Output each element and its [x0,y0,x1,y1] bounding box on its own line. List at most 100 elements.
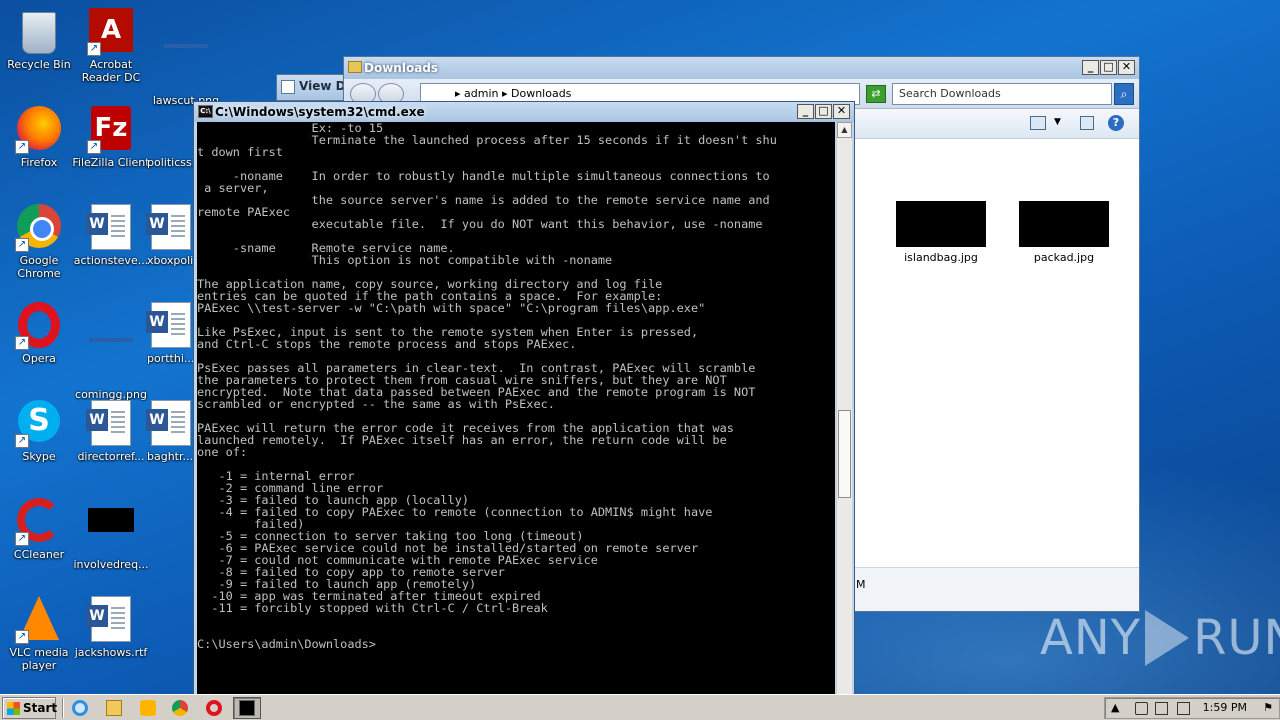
vlc-icon: ↗ [15,596,63,644]
taskbar-separator [62,698,64,718]
console-line: -11 = forcibly stopped with Ctrl-C / Ctr… [197,601,548,615]
desktop-icon-baghtr[interactable]: baghtr... [146,396,195,488]
help-icon[interactable]: ? [1108,115,1124,131]
desktop-icon-filezilla[interactable]: Fz ↗ FileZilla Client [72,102,150,194]
scroll-up-arrow-icon[interactable]: ▲ [837,122,852,138]
desktop-icon-label: FileZilla Client [72,156,150,169]
console-line: one of: [197,445,248,459]
desktop-icon-recycle-bin[interactable]: Recycle Bin [0,4,78,96]
preview-pane-icon[interactable] [1080,116,1094,130]
close-button[interactable]: ✕ [1118,60,1135,75]
details-text: M [856,578,866,591]
desktop-icon-opera[interactable]: ↗ Opera [0,298,78,390]
desktop-icon-ccleaner[interactable]: ↗ CCleaner [0,494,78,586]
maximize-button[interactable]: □ [815,104,832,119]
cmd-window[interactable]: C:\ C:\Windows\system32\cmd.exe _ □ ✕ Ex… [193,101,855,696]
network-icon[interactable] [1155,702,1168,715]
taskbar-chrome[interactable] [166,697,194,719]
window-app-icon [281,80,295,94]
image-thumbnail [896,201,986,247]
cmd-icon: C:\ [198,105,213,118]
explorer-icon [106,700,122,716]
taskbar-explorer[interactable] [100,697,128,719]
vertical-scrollbar[interactable]: ▲ [836,122,852,694]
desktop-icon-acrobat[interactable]: A ↗ Acrobat Reader DC [72,4,150,96]
opera-icon [206,700,222,716]
refresh-button[interactable]: ⇄ [866,85,886,103]
console-output[interactable]: Ex: -to 15 Terminate the launched proces… [197,122,835,694]
file-item[interactable]: packad.jpg [1019,201,1109,264]
console-line: C:\Users\admin\Downloads> [197,637,376,651]
taskbar-ie[interactable] [66,697,94,719]
minimize-button[interactable]: _ [1082,60,1099,75]
taskbar-opera[interactable] [200,697,228,719]
desktop-icon-label: Acrobat Reader DC [81,58,141,84]
watermark-text-left: ANY [1040,610,1142,666]
explorer-title-bar[interactable]: Downloads _ □ ✕ [344,57,1139,79]
volume-icon[interactable] [1135,702,1148,715]
image-file-icon [147,106,195,154]
desktop-icon-actionsteve[interactable]: actionsteve... [72,200,150,292]
watermark-text-right: RUN [1193,610,1280,666]
desktop-icon-politicss[interactable]: politicss... [147,102,193,194]
desktop-icon-label: portthi... [147,352,193,365]
cmd-title-bar[interactable]: C:\ C:\Windows\system32\cmd.exe _ □ ✕ [194,102,854,122]
play-logo-icon [1145,610,1190,666]
tray-app-icon[interactable] [1177,702,1190,715]
ccleaner-icon: ↗ [15,498,63,546]
scrollbar-thumb[interactable] [838,410,851,498]
word-doc-icon [86,400,135,448]
opera-icon: ↗ [15,302,63,350]
desktop-icon-label: politicss... [147,156,193,169]
desktop-icon-directorref[interactable]: directorref... [72,396,150,488]
desktop-icon-label: Firefox [20,156,58,169]
taskbar: Start ▲ 1:59 PM ⚑ [0,694,1280,720]
desktop-icon-comingg[interactable]: comingg.png [72,298,150,401]
console-line: and Ctrl-C stops the remote process and … [197,337,577,351]
desktop-icon-label: CCleaner [13,548,65,561]
desktop-icon-portthi[interactable]: portthi... [146,298,193,390]
search-input[interactable]: Search Downloads [892,83,1112,105]
console-line: the source server's name is added to the… [197,193,770,207]
search-icon[interactable]: ⌕ [1114,83,1134,105]
anyrun-watermark: ANY RUN [1040,610,1280,666]
desktop-icon-vlc[interactable]: ↗ VLC media player [0,592,78,684]
image-thumbnail [1019,201,1109,247]
close-button[interactable]: ✕ [833,104,850,119]
filezilla-icon: Fz ↗ [87,106,135,154]
chrome-icon: ↗ [15,204,63,252]
desktop-icon-lawscut[interactable]: lawscut.png [147,4,225,107]
desktop-icon-firefox[interactable]: ↗ Firefox [0,102,78,194]
minimize-button[interactable]: _ [797,104,814,119]
action-center-flag-icon[interactable]: ⚑ [1263,698,1273,718]
desktop-icon-involvedreq[interactable]: involvedreq... [72,494,150,586]
skype-icon: S ↗ [15,400,63,448]
acrobat-icon: A ↗ [87,8,135,56]
taskbar-cmd[interactable] [233,697,261,719]
change-view-icon[interactable] [1030,116,1046,130]
windows-logo-icon [7,702,20,715]
desktop-icon-skype[interactable]: S ↗ Skype [0,396,78,488]
start-button[interactable]: Start [2,697,58,719]
console-line: This option is not compatible with -nona… [197,253,613,267]
word-doc-icon [86,596,135,644]
background-window[interactable]: View Do [276,74,354,101]
file-item[interactable]: islandbag.jpg [896,201,986,264]
desktop-icon-jackshows[interactable]: jackshows.rtf [72,592,150,684]
clock[interactable]: 1:59 PM [1203,698,1247,718]
desktop-icon-xboxpoli[interactable]: xboxpoli... [146,200,193,292]
desktop-icon-chrome[interactable]: ↗ Google Chrome [0,200,78,292]
show-hidden-icons-icon[interactable]: ▲ [1111,698,1119,718]
chrome-icon [172,700,188,716]
file-name: packad.jpg [1033,251,1095,264]
desktop-icon-label: Opera [22,352,56,365]
desktop-icon-label: jackshows.rtf [74,646,148,659]
taskbar-media-player[interactable] [134,697,162,719]
maximize-button[interactable]: □ [1100,60,1117,75]
media-player-icon [140,700,156,716]
start-label: Start [23,701,58,715]
desktop-icon-label: actionsteve... [73,254,149,267]
word-doc-icon [146,400,195,448]
view-dropdown-icon[interactable]: ▼ [1054,117,1061,127]
